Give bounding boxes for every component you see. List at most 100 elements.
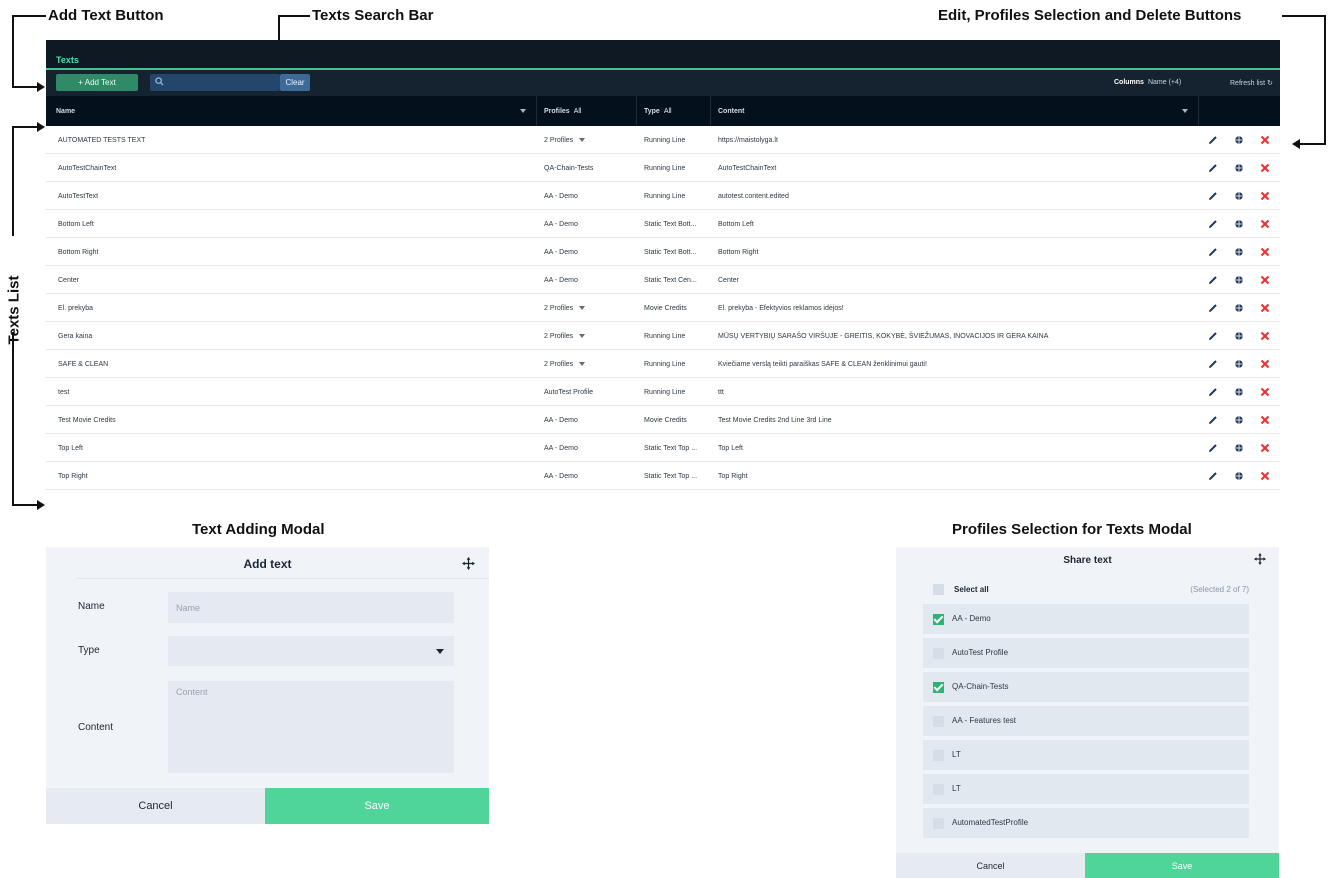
share-profiles-icon[interactable] [1234, 331, 1244, 341]
edit-icon[interactable] [1208, 275, 1218, 285]
type-select[interactable] [168, 636, 454, 666]
select-all-checkbox[interactable] [933, 584, 944, 595]
refresh-list-button[interactable]: Refresh list ↻ [1230, 79, 1273, 87]
profile-option[interactable]: LT [923, 740, 1249, 770]
edit-icon[interactable] [1208, 359, 1218, 369]
header-content[interactable]: Content [718, 108, 744, 115]
share-profiles-icon[interactable] [1234, 219, 1244, 229]
delete-icon[interactable] [1260, 387, 1270, 397]
row-profiles[interactable]: 2 Profiles [544, 333, 586, 340]
profile-checkbox[interactable] [933, 682, 944, 693]
row-profiles[interactable]: 2 Profiles [544, 361, 586, 368]
edit-icon[interactable] [1208, 471, 1218, 481]
chevron-down-icon[interactable] [579, 306, 586, 311]
clear-button[interactable]: Clear [280, 74, 310, 91]
profile-checkbox[interactable] [933, 716, 944, 727]
delete-icon[interactable] [1260, 247, 1270, 257]
header-type-label: Type [644, 108, 660, 115]
share-profiles-icon[interactable] [1234, 471, 1244, 481]
delete-icon[interactable] [1260, 163, 1270, 173]
table-row[interactable]: Gera kaina 2 Profiles Running Line MŪSŲ VER… [46, 322, 1280, 350]
table-row[interactable]: Bottom Left AA - Demo Static Text Bott... B… [46, 210, 1280, 238]
share-profiles-icon[interactable] [1234, 303, 1244, 313]
edit-icon[interactable] [1208, 247, 1218, 257]
delete-icon[interactable] [1260, 471, 1270, 481]
edit-icon[interactable] [1208, 135, 1218, 145]
table-row[interactable]: SAFE & CLEAN 2 Profiles Running Line Kvieči… [46, 350, 1280, 378]
table-row[interactable]: AUTOMATED TESTS TEXT 2 Profiles Running Li… [46, 126, 1280, 154]
profile-checkbox[interactable] [933, 784, 944, 795]
profile-checkbox[interactable] [933, 818, 944, 829]
cancel-button[interactable]: Cancel [896, 853, 1085, 878]
search-bar[interactable] [150, 74, 280, 91]
table-row[interactable]: Test Movie Credits AA - Demo Movie Credits… [46, 406, 1280, 434]
row-profiles[interactable]: 2 Profiles [544, 305, 586, 312]
share-profiles-icon[interactable] [1234, 275, 1244, 285]
edit-icon[interactable] [1208, 163, 1218, 173]
header-type[interactable]: Type All [644, 108, 672, 115]
search-input[interactable] [168, 74, 276, 91]
share-profiles-icon[interactable] [1234, 247, 1244, 257]
delete-icon[interactable] [1260, 135, 1270, 145]
chevron-down-icon[interactable] [579, 138, 586, 143]
share-profiles-icon[interactable] [1234, 359, 1244, 369]
table-row[interactable]: AutoTestText AA - Demo Running Line autotes… [46, 182, 1280, 210]
row-profiles[interactable]: 2 Profiles [544, 137, 586, 144]
table-row[interactable]: El. prekyba 2 Profiles Movie Credits El. pr… [46, 294, 1280, 322]
table-row[interactable]: test AutoTest Profile Running Line ttt [46, 378, 1280, 406]
content-field[interactable] [168, 681, 454, 773]
profile-option[interactable]: AutomatedTestProfile [923, 808, 1249, 838]
edit-icon[interactable] [1208, 303, 1218, 313]
delete-icon[interactable] [1260, 443, 1270, 453]
table-row[interactable]: Top Left AA - Demo Static Text Top ... Top … [46, 434, 1280, 462]
edit-icon[interactable] [1208, 219, 1218, 229]
name-field[interactable] [168, 592, 454, 623]
profile-checkbox[interactable] [933, 614, 944, 625]
edit-icon[interactable] [1208, 331, 1218, 341]
delete-icon[interactable] [1260, 415, 1270, 425]
edit-icon[interactable] [1208, 415, 1218, 425]
header-profiles[interactable]: Profiles All [544, 108, 581, 115]
chevron-down-icon[interactable] [1182, 109, 1188, 113]
chevron-down-icon[interactable] [579, 362, 586, 367]
save-button[interactable]: Save [1085, 853, 1279, 878]
type-filter[interactable]: All [664, 108, 672, 115]
table-row[interactable]: Top Right AA - Demo Static Text Top ... Top… [46, 462, 1280, 490]
profile-checkbox[interactable] [933, 648, 944, 659]
move-icon[interactable] [1254, 553, 1266, 565]
share-profiles-icon[interactable] [1234, 443, 1244, 453]
delete-icon[interactable] [1260, 275, 1270, 285]
delete-icon[interactable] [1260, 331, 1270, 341]
columns-selector[interactable]: Columns Name (+4) [1114, 79, 1181, 86]
move-icon[interactable] [462, 557, 475, 570]
profile-option[interactable]: LT [923, 774, 1249, 804]
delete-icon[interactable] [1260, 191, 1270, 201]
profile-option[interactable]: AutoTest Profile [923, 638, 1249, 668]
profile-option[interactable]: AA - Features test [923, 706, 1249, 736]
save-button[interactable]: Save [265, 788, 489, 824]
edit-icon[interactable] [1208, 191, 1218, 201]
profile-option[interactable]: QA-Chain-Tests [923, 672, 1249, 702]
table-row[interactable]: Bottom Right AA - Demo Static Text Bott...… [46, 238, 1280, 266]
delete-icon[interactable] [1260, 303, 1270, 313]
delete-icon[interactable] [1260, 359, 1270, 369]
chevron-down-icon[interactable] [579, 334, 586, 339]
edit-icon[interactable] [1208, 387, 1218, 397]
table-row[interactable]: Center AA - Demo Static Text Cen... Center [46, 266, 1280, 294]
header-name[interactable]: Name [56, 108, 75, 115]
edit-icon[interactable] [1208, 443, 1218, 453]
share-profiles-icon[interactable] [1234, 387, 1244, 397]
share-profiles-icon[interactable] [1234, 191, 1244, 201]
table-row[interactable]: AutoTestChainText QA-Chain-Tests Running L… [46, 154, 1280, 182]
profile-checkbox[interactable] [933, 750, 944, 761]
delete-icon[interactable] [1260, 219, 1270, 229]
add-text-button[interactable]: + Add Text [56, 74, 138, 91]
chevron-down-icon[interactable] [520, 109, 526, 113]
select-all-row[interactable]: Select all (Selected 2 of 7) [923, 579, 1249, 601]
share-profiles-icon[interactable] [1234, 415, 1244, 425]
profiles-filter[interactable]: All [574, 108, 582, 115]
cancel-button[interactable]: Cancel [46, 788, 265, 824]
share-profiles-icon[interactable] [1234, 163, 1244, 173]
profile-option[interactable]: AA - Demo [923, 604, 1249, 634]
share-profiles-icon[interactable] [1234, 135, 1244, 145]
